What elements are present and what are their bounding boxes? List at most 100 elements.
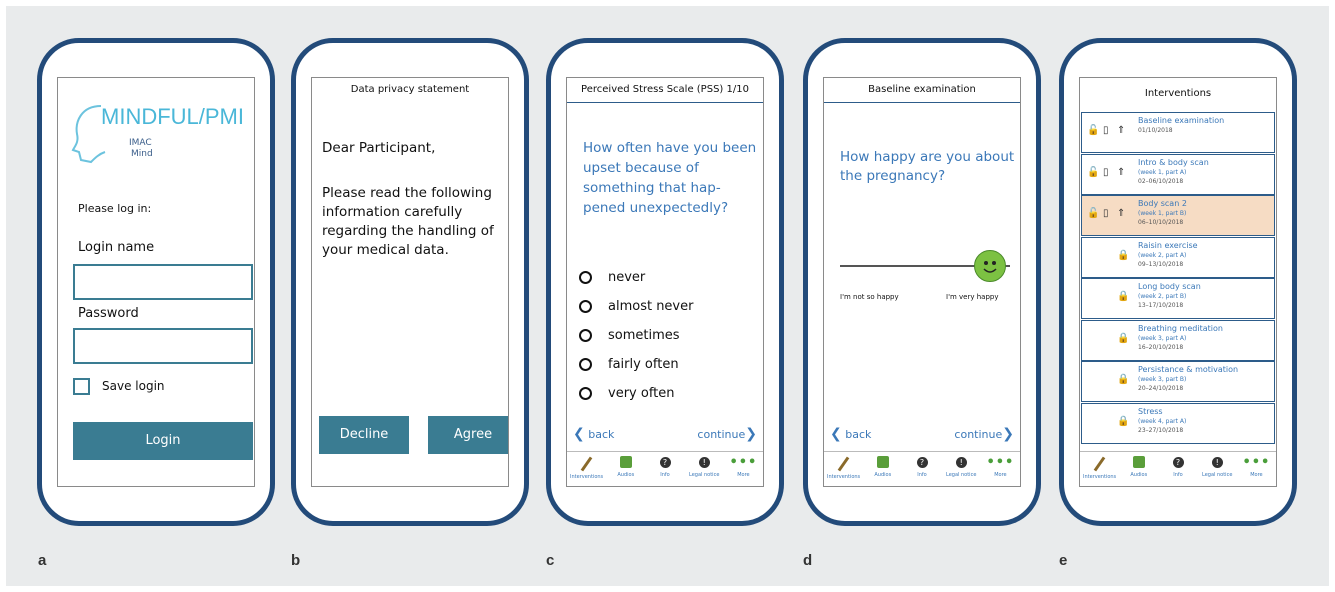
lock-icon: 🔒: [1117, 374, 1130, 385]
intervention-dates: 02–06/10/2018: [1138, 177, 1184, 185]
login-button[interactable]: Login: [73, 422, 253, 460]
pss-question: How often have you been upset because of…: [583, 140, 757, 216]
decline-button[interactable]: Decline: [319, 416, 409, 454]
baseline-question: How happy are you about the pregnancy?: [840, 149, 1015, 184]
phone-privacy: Data privacy statement Dear Participant,…: [291, 38, 529, 526]
pencil-icon: [1093, 456, 1106, 472]
intervention-name: Baseline examination: [1138, 116, 1225, 125]
option-very-often[interactable]: very often: [579, 386, 675, 401]
more-dots-icon: •••: [1242, 455, 1271, 470]
intervention-week: (week 2, part B): [1138, 293, 1187, 300]
continue-label: continue: [697, 428, 746, 441]
lock-icon: 🔒: [1117, 415, 1130, 427]
intervention-week: (week 1, part B): [1138, 210, 1187, 217]
chevron-right-icon: ❯: [1002, 426, 1014, 442]
radio-icon[interactable]: [579, 329, 592, 342]
radio-icon[interactable]: [579, 271, 592, 284]
chevron-right-icon: ❯: [745, 426, 757, 442]
nav-more[interactable]: ••• More: [981, 452, 1020, 486]
option-fairly-often[interactable]: fairly often: [579, 357, 679, 372]
intervention-dates: 13–17/10/2018: [1138, 302, 1184, 309]
logo-sub-1: IMAC: [129, 138, 152, 148]
intervention-week: (week 4, part A): [1138, 417, 1187, 425]
save-login-checkbox[interactable]: [73, 378, 90, 395]
figure-label-c: c: [546, 552, 555, 569]
intervention-week: (week 3, part A): [1138, 334, 1187, 342]
option-never[interactable]: never: [579, 270, 645, 285]
more-dots-icon: •••: [986, 455, 1015, 470]
save-login-label: Save login: [102, 379, 165, 393]
radio-icon[interactable]: [579, 358, 592, 371]
document-icon: ▯: [1103, 208, 1109, 219]
high-label: I'm very happy: [946, 293, 999, 301]
intervention-dates: 06–10/10/2018: [1138, 219, 1184, 226]
back-label: back: [588, 428, 615, 441]
nav-interventions[interactable]: Interventions: [1080, 452, 1119, 486]
intervention-row[interactable]: 🔓 ▯ ⇑ Body scan 2 (week 1, part B) 06–10/10/2…: [1081, 195, 1275, 236]
intervention-row[interactable]: 🔒 Stress (week 4, part A) 23–27/10/2018: [1081, 402, 1275, 444]
agree-button[interactable]: Agree: [428, 416, 508, 454]
logo-sub-2: Mind: [131, 149, 153, 159]
question-icon: ?: [659, 457, 671, 468]
pencil-icon: [837, 456, 850, 472]
intervention-dates: 23–27/10/2018: [1138, 426, 1184, 434]
pencil-icon: [580, 456, 593, 472]
option-almost-never[interactable]: almost never: [579, 299, 693, 314]
nav-audios[interactable]: Audios: [606, 452, 645, 486]
nav-interventions[interactable]: Interventions: [567, 452, 606, 486]
option-label: sometimes: [608, 328, 680, 343]
nav-audios[interactable]: Audios: [863, 452, 902, 486]
back-link[interactable]: ❮ back: [830, 426, 871, 442]
question-icon: ?: [1172, 457, 1184, 468]
nav-interventions[interactable]: Interventions: [824, 452, 863, 486]
nav-info[interactable]: ? Info: [645, 452, 684, 486]
smiley-icon[interactable]: [974, 250, 1006, 282]
figure-label-a: a: [38, 552, 47, 569]
phone-baseline: Baseline examination How happy are you a…: [803, 38, 1041, 526]
nav-label: More: [737, 472, 750, 478]
nav-label: Info: [660, 472, 670, 478]
intervention-row[interactable]: 🔒 Persistance & motivation (week 3, part B…: [1081, 361, 1275, 402]
nav-more[interactable]: ••• More: [724, 452, 763, 486]
question-icon: ?: [916, 457, 928, 468]
chevron-left-icon: ❮: [830, 426, 842, 442]
chevron-left-icon: ❮: [573, 426, 585, 442]
nav-label: Legal notice: [689, 472, 720, 478]
continue-link[interactable]: continue❯: [697, 426, 757, 442]
figure-label-b: b: [291, 552, 301, 569]
nav-more[interactable]: ••• More: [1237, 452, 1276, 486]
nav-label: Info: [917, 472, 927, 478]
figure-label-e: e: [1059, 552, 1068, 569]
nav-label: More: [1250, 472, 1263, 478]
nav-label: Info: [1173, 472, 1183, 478]
nav-info[interactable]: ? Info: [1158, 452, 1197, 486]
smiley-face-icon: [983, 261, 997, 273]
phone-pss: Perceived Stress Scale (PSS) 1/10 How of…: [546, 38, 784, 526]
nav-legal[interactable]: ! Legal notice: [685, 452, 724, 486]
nav-legal[interactable]: ! Legal notice: [942, 452, 981, 486]
radio-icon[interactable]: [579, 387, 592, 400]
back-link[interactable]: ❮ back: [573, 426, 614, 442]
continue-link[interactable]: continue❯: [954, 426, 1014, 442]
nav-info[interactable]: ? Info: [902, 452, 941, 486]
login-name-input[interactable]: [73, 264, 253, 300]
option-sometimes[interactable]: sometimes: [579, 328, 680, 343]
nav-label: Audios: [874, 472, 892, 478]
greeting-text: Dear Participant,: [322, 140, 436, 156]
more-dots-icon: •••: [729, 455, 758, 470]
lock-open-icon: 🔓: [1087, 166, 1100, 178]
intervention-row[interactable]: 🔒 Raisin exercise (week 2, part A) 09–13/10…: [1081, 236, 1275, 278]
nav-legal[interactable]: ! Legal notice: [1198, 452, 1237, 486]
baseline-screen: Baseline examination How happy are you a…: [823, 77, 1021, 487]
radio-icon[interactable]: [579, 300, 592, 313]
intervention-row[interactable]: 🔒 Breathing meditation (week 3, part A) 16–…: [1081, 319, 1275, 361]
intervention-row[interactable]: 🔒 Long body scan (week 2, part B) 13–17/10/…: [1081, 278, 1275, 319]
password-input[interactable]: [73, 328, 253, 364]
nav-audios[interactable]: Audios: [1119, 452, 1158, 486]
option-label: very often: [608, 386, 675, 401]
continue-label: continue: [954, 428, 1003, 441]
intervention-row[interactable]: 🔓 ▯ ⇑ Intro & body scan (week 1, part A) 02–0…: [1081, 153, 1275, 195]
phone-login: MINDFUL/PMI IMAC Mind Please log in: Log…: [37, 38, 275, 526]
intervention-name: Long body scan: [1138, 282, 1201, 291]
intervention-row[interactable]: 🔓 ▯ ⇑ Baseline examination 01/10/2018: [1081, 112, 1275, 153]
